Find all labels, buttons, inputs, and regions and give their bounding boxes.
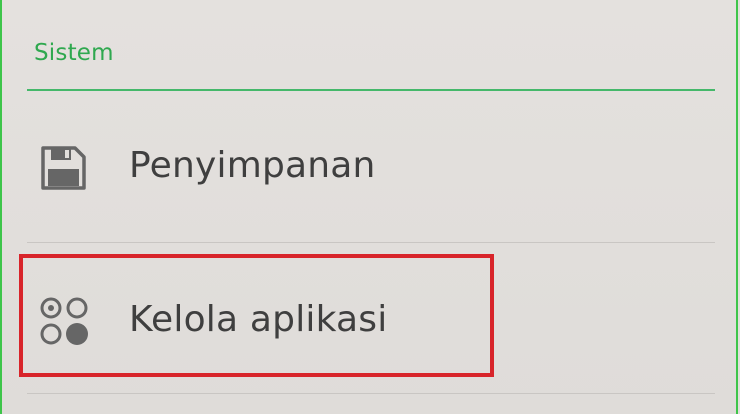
section-header-sistem: Sistem — [34, 40, 114, 66]
highlight-box — [19, 254, 494, 377]
divider — [27, 242, 715, 243]
settings-screen: Sistem Penyimpanan Kelola aplikasi — [0, 0, 738, 414]
section-divider — [27, 89, 715, 91]
floppy-disk-icon — [39, 143, 89, 197]
settings-item-label: Penyimpanan — [129, 145, 376, 186]
divider — [27, 393, 715, 394]
settings-item-storage[interactable]: Penyimpanan — [27, 93, 715, 243]
